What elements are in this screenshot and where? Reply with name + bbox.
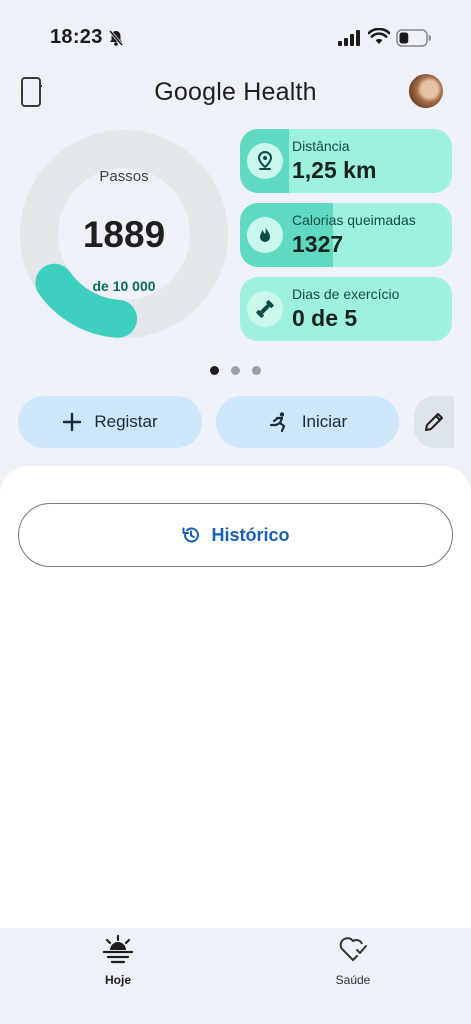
app-header: Google Health [0,72,471,116]
stat-value: 1327 [292,231,344,257]
pager-dot[interactable] [210,366,219,375]
history-button[interactable]: Histórico [18,503,453,567]
stat-label: Calorias queimadas [292,212,416,228]
steps-ring[interactable]: Passos 1889 de 10 000 [18,128,230,340]
plus-icon [63,412,82,432]
nav-item-health[interactable]: Saúde [313,934,393,987]
pager-dots [0,366,471,375]
stat-card-exercise[interactable]: Dias de exercício 0 de 5 [240,277,452,341]
history-button-label: Histórico [211,524,290,545]
stat-card-calories[interactable]: Calorias queimadas 1327 [240,203,452,267]
cellular-signal-icon [338,30,360,46]
app-title: Google Health [154,78,317,106]
running-icon [269,412,285,433]
flame-icon [260,226,270,242]
steps-goal: de 10 000 [92,278,156,294]
stat-label: Dias de exercício [292,286,400,302]
steps-value: 1889 [82,214,166,255]
nav-item-today[interactable]: Hoje [78,934,158,987]
stat-card-distance[interactable]: Distância 1,25 km [240,129,452,193]
edit-button[interactable] [414,396,454,448]
status-bar: 18:23 [0,0,471,76]
register-button[interactable]: Registar [18,396,202,448]
stat-value: 1,25 km [292,157,377,183]
steps-label: Passos [99,168,149,185]
pencil-icon [425,413,443,431]
register-button-label: Registar [94,412,158,431]
status-time: 18:23 [50,26,103,48]
sunrise-icon [102,934,134,964]
history-icon [182,527,200,543]
location-pin-icon [257,150,273,170]
stat-value: 0 de 5 [292,305,358,331]
dumbbell-icon [256,300,274,318]
heart-check-icon [339,937,367,961]
start-button[interactable]: Iniciar [216,396,399,448]
bottom-nav: Hoje Saúde [0,928,471,1024]
pager-dot[interactable] [252,366,261,375]
stat-label: Distância [292,138,350,154]
nav-label-today: Hoje [104,973,131,987]
wifi-icon [368,28,390,44]
start-button-label: Iniciar [301,412,348,431]
nav-label-health: Saúde [335,973,371,987]
bell-off-icon [108,30,124,46]
battery-icon [396,29,431,47]
avatar[interactable] [409,74,443,108]
pager-dot[interactable] [231,366,240,375]
